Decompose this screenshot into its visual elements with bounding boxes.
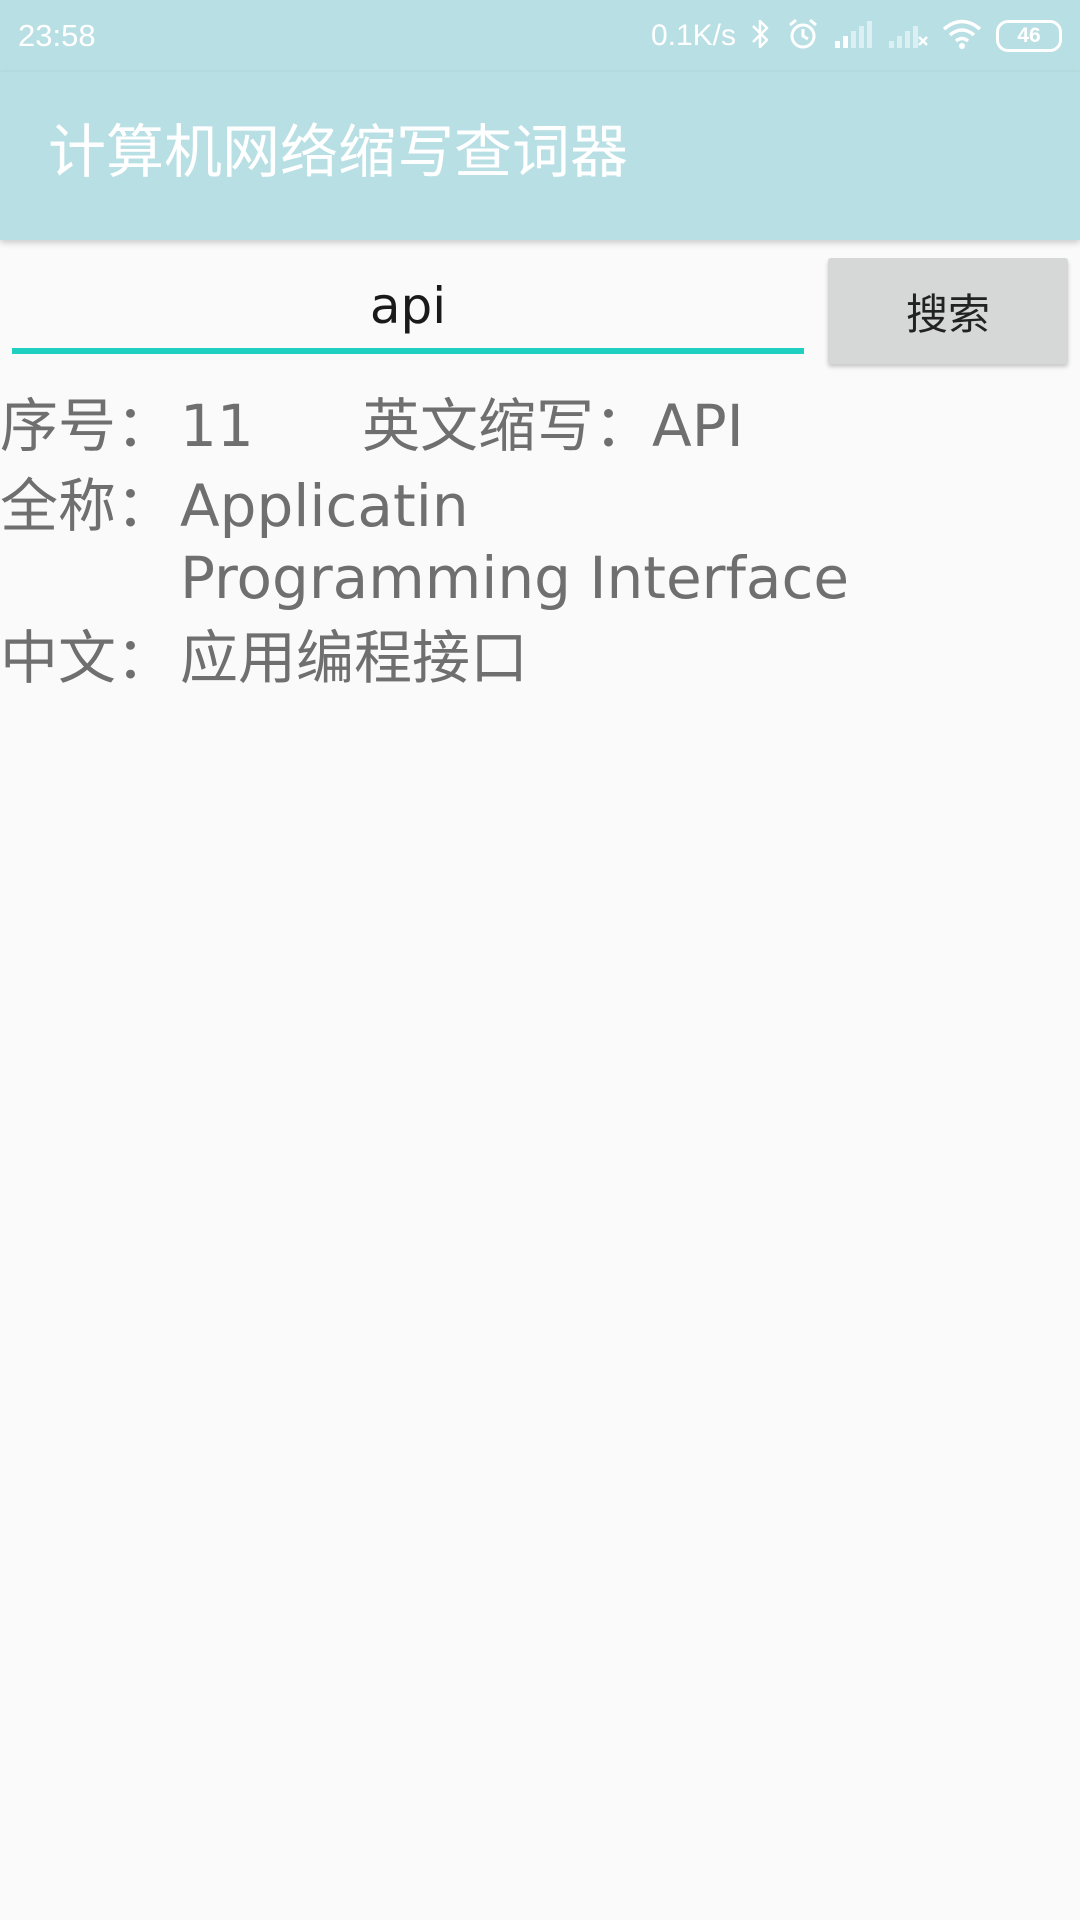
cn-value: 应用编程接口 — [180, 624, 529, 692]
result-row-id: 序号： 11 英文缩写： API — [0, 390, 1080, 462]
status-icons: 0.1K/s 46 — [651, 14, 1062, 58]
alarm-icon — [786, 17, 820, 55]
battery-icon: 46 — [996, 20, 1062, 52]
full-label: 全称： — [0, 472, 175, 540]
id-label: 序号： — [0, 392, 175, 460]
search-field — [12, 266, 804, 354]
status-time: 23:58 — [18, 18, 96, 53]
signal-off-icon — [888, 19, 928, 53]
search-underline — [12, 348, 804, 354]
result-row-cn: 中文： 应用编程接口 — [0, 622, 1080, 694]
abbr-value: API — [652, 392, 744, 460]
bluetooth-icon — [750, 17, 772, 55]
cn-label: 中文： — [0, 624, 175, 692]
abbr-label: 英文缩写： — [362, 392, 653, 460]
wifi-icon — [942, 18, 982, 54]
full-value: Applicatin Programming Interface — [180, 472, 850, 612]
result-row-full: 全称： Applicatin Programming Interface — [0, 470, 1080, 614]
net-speed: 0.1K/s — [650, 19, 736, 52]
search-button[interactable]: 搜索 — [828, 258, 1068, 364]
signal-icon — [834, 19, 874, 53]
status-bar: 23:58 0.1K/s 46 — [0, 0, 1080, 72]
app-title: 计算机网络缩写查词器 — [48, 118, 629, 186]
app-bar: 计算机网络缩写查词器 — [0, 72, 1080, 240]
result-panel: 序号： 11 英文缩写： API 全称： Applicatin Programm… — [0, 390, 1080, 702]
search-input[interactable] — [12, 266, 804, 346]
id-value: 11 — [180, 392, 254, 460]
